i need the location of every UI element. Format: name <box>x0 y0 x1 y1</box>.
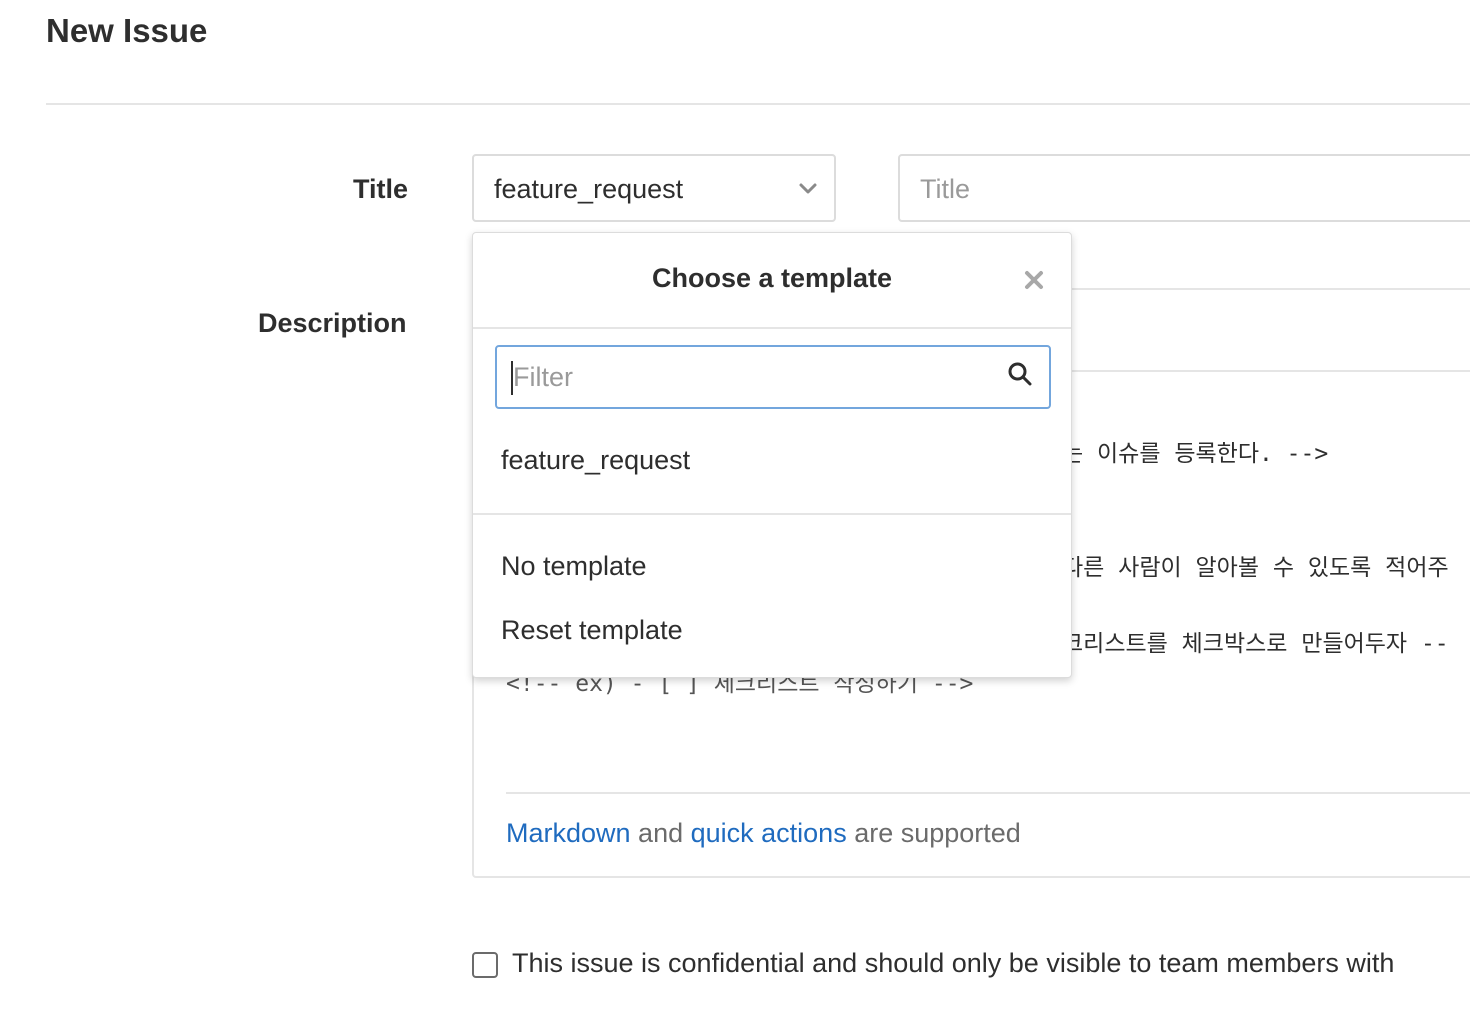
filter-input[interactable]: Filter <box>495 345 1051 409</box>
description-footer: Markdown and quick actions are supported <box>506 818 1021 849</box>
template-dropdown: Choose a template Filter feature_request… <box>472 232 1072 678</box>
markdown-link[interactable]: Markdown <box>506 818 631 848</box>
description-line: 다른 사람이 알아볼 수 있도록 적어주 <box>1062 555 1449 581</box>
description-label: Description <box>258 308 407 338</box>
header-divider <box>46 103 1470 105</box>
no-template-option[interactable]: No template <box>501 551 647 582</box>
search-icon <box>1008 362 1032 386</box>
reset-template-option[interactable]: Reset template <box>501 615 683 646</box>
confidential-checkbox[interactable] <box>472 952 498 978</box>
page-title: New Issue <box>46 12 208 49</box>
footer-suffix-text: are supported <box>846 818 1021 848</box>
dropdown-header: Choose a template <box>473 233 1071 329</box>
description-line: 크리스트를 체크박스로 만들어두자 -- <box>1062 631 1449 657</box>
dropdown-title: Choose a template <box>651 263 893 293</box>
template-option-feature-request[interactable]: feature_request <box>501 445 690 476</box>
confidential-label: This issue is confidential and should on… <box>512 948 1395 978</box>
filter-placeholder: Filter <box>513 362 573 392</box>
dropdown-divider <box>473 513 1071 515</box>
chevron-down-icon <box>799 183 817 194</box>
quick-actions-link[interactable]: quick actions <box>691 818 847 848</box>
description-line: 는 이슈를 등록한다. --> <box>1062 441 1329 467</box>
footer-and-text: and <box>630 818 691 848</box>
title-input[interactable]: Title <box>898 154 1470 222</box>
title-input-placeholder: Title <box>920 174 971 204</box>
title-label: Title <box>353 174 409 204</box>
close-icon[interactable] <box>1023 269 1045 291</box>
template-select[interactable]: feature_request <box>472 154 836 222</box>
template-select-value: feature_request <box>494 174 684 204</box>
description-footer-divider <box>506 792 1470 794</box>
